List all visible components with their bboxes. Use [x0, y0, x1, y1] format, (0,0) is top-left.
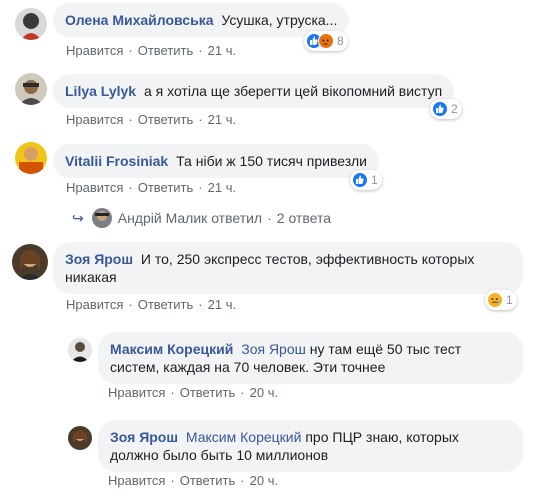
- separator: ·: [198, 43, 203, 58]
- comment-text: а я хотіла ще зберегти цей вікопомний ви…: [143, 83, 443, 99]
- separator: ·: [198, 297, 203, 312]
- sad-reaction-icon: [487, 292, 503, 308]
- reply-link[interactable]: Ответить: [138, 180, 194, 195]
- avatar-image: [68, 338, 92, 362]
- avatar-image: [15, 8, 47, 40]
- comment: Lilya Lylyk а я хотіла ще зберегти цей в…: [0, 62, 555, 132]
- comment-bubble: Зоя Ярош Максим Корецкий про ПЦР знаю, к…: [98, 420, 523, 472]
- reaction-count: 1: [506, 293, 513, 307]
- mention-link[interactable]: Максим Корецкий: [186, 429, 302, 445]
- comment-bubble: Олена Михайловська Усушка, утруска...: [53, 3, 350, 37]
- comment-author[interactable]: Олена Михайловська: [65, 12, 213, 28]
- comment-bubble: Lilya Lylyk а я хотіла ще зберегти цей в…: [53, 74, 455, 108]
- avatar-image: [15, 73, 47, 105]
- comment-actions: Нравится · Ответить · 21 ч.: [66, 43, 236, 58]
- comment-actions: Нравится · Ответить · 20 ч.: [108, 385, 278, 400]
- avatar[interactable]: [68, 426, 92, 450]
- comment-actions: Нравится · Ответить · 21 ч.: [66, 180, 236, 195]
- separator: ·: [128, 112, 133, 127]
- separator: ·: [198, 180, 203, 195]
- separator: ·: [128, 297, 133, 312]
- like-link[interactable]: Нравится: [108, 385, 165, 400]
- timestamp[interactable]: 20 ч.: [250, 385, 278, 400]
- reaction-count: 1: [371, 173, 378, 187]
- separator: ·: [198, 112, 203, 127]
- view-replies-link[interactable]: ↪ Андрій Малик ответил · 2 ответа: [72, 208, 331, 228]
- reply-count: 2 ответа: [276, 210, 331, 226]
- like-link[interactable]: Нравится: [66, 43, 123, 58]
- like-link[interactable]: Нравится: [66, 297, 123, 312]
- angry-reaction-icon: [318, 33, 334, 49]
- like-reaction-icon: [352, 172, 368, 188]
- reply-link[interactable]: Ответить: [180, 385, 236, 400]
- reply-action-text: ответил: [211, 210, 263, 226]
- reply-comment: Зоя Ярош Максим Корецкий про ПЦР знаю, к…: [0, 418, 555, 501]
- avatar-image: [68, 426, 92, 450]
- comment-bubble: Зоя Ярош И то, 250 экспресс тестов, эффе…: [53, 242, 523, 294]
- avatar-image: [15, 142, 47, 174]
- avatar[interactable]: [15, 142, 47, 174]
- reply-link[interactable]: Ответить: [138, 112, 194, 127]
- comment-bubble: Vitalii Frosiniak Та ніби ж 150 тисяч пр…: [53, 144, 379, 178]
- timestamp[interactable]: 21 ч.: [208, 43, 236, 58]
- like-reaction-icon: [432, 101, 448, 117]
- comment-author[interactable]: Зоя Ярош: [110, 429, 178, 445]
- reaction-count: 2: [451, 102, 458, 116]
- comment-text: Усушка, утруска...: [221, 12, 338, 28]
- reaction-summary[interactable]: 1: [350, 170, 382, 190]
- avatar[interactable]: [15, 73, 47, 105]
- separator: ·: [170, 385, 175, 400]
- timestamp[interactable]: 21 ч.: [208, 112, 236, 127]
- comment: Олена Михайловська Усушка, утруска... Нр…: [0, 0, 555, 62]
- comment-author[interactable]: Максим Корецкий: [110, 341, 233, 357]
- reply-link[interactable]: Ответить: [138, 43, 194, 58]
- comment-text: Та ніби ж 150 тисяч привезли: [176, 153, 367, 169]
- comment-author[interactable]: Lilya Lylyk: [65, 83, 136, 99]
- reply-author-name: Андрій Малик: [117, 210, 208, 226]
- timestamp[interactable]: 21 ч.: [208, 297, 236, 312]
- mention-link[interactable]: Зоя Ярош: [241, 341, 306, 357]
- timestamp[interactable]: 21 ч.: [208, 180, 236, 195]
- reaction-count: 8: [337, 34, 344, 48]
- avatar[interactable]: [15, 8, 47, 40]
- separator: ·: [128, 180, 133, 195]
- reaction-summary[interactable]: 8: [304, 31, 348, 51]
- like-link[interactable]: Нравится: [66, 112, 123, 127]
- avatar[interactable]: [68, 338, 92, 362]
- like-link[interactable]: Нравится: [66, 180, 123, 195]
- comment-bubble: Максим Корецкий Зоя Ярош ну там ещё 50 т…: [98, 332, 523, 384]
- comment: Vitalii Frosiniak Та ніби ж 150 тисяч пр…: [0, 132, 555, 232]
- comment-actions: Нравится · Ответить · 21 ч.: [66, 112, 236, 127]
- reaction-summary[interactable]: 1: [485, 290, 517, 310]
- comment: Зоя Ярош И то, 250 экспресс тестов, эффе…: [0, 238, 555, 318]
- separator: ·: [240, 385, 245, 400]
- timestamp[interactable]: 20 ч.: [250, 473, 278, 488]
- comment-author[interactable]: Vitalii Frosiniak: [65, 153, 168, 169]
- reply-link[interactable]: Ответить: [180, 473, 236, 488]
- like-link[interactable]: Нравится: [108, 473, 165, 488]
- separator: ·: [240, 473, 245, 488]
- reply-comment: Максим Корецкий Зоя Ярош ну там ещё 50 т…: [0, 330, 555, 414]
- separator: ·: [128, 43, 133, 58]
- reply-arrow-icon: ↪: [72, 209, 84, 226]
- avatar[interactable]: [12, 244, 48, 280]
- reply-link[interactable]: Ответить: [138, 297, 194, 312]
- comment-actions: Нравится · Ответить · 21 ч.: [66, 297, 236, 312]
- reaction-summary[interactable]: 2: [430, 99, 462, 119]
- reply-author-avatar: [91, 208, 112, 228]
- separator: ·: [267, 210, 272, 226]
- comment-author[interactable]: Зоя Ярош: [65, 251, 133, 267]
- comment-actions: Нравится · Ответить · 20 ч.: [108, 473, 278, 488]
- separator: ·: [170, 473, 175, 488]
- avatar-image: [12, 244, 48, 280]
